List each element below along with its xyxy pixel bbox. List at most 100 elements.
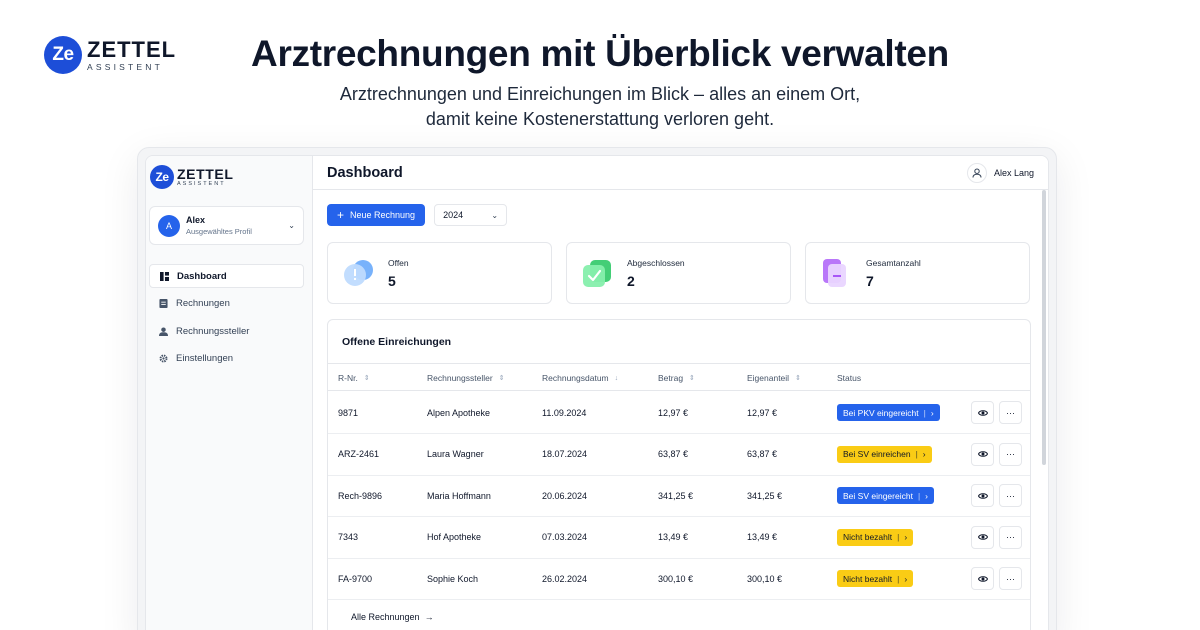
column-header-nr[interactable]: R-Nr. ⇕ [338,364,370,392]
scrollbar[interactable] [1042,190,1046,465]
documents-icon [820,257,852,289]
column-header-own-share[interactable]: Eigenanteil ⇕ [747,364,801,392]
all-invoices-link[interactable]: Alle Rechnungen → [351,612,434,622]
cell-status: Nicht bezahlt | › [837,558,914,599]
column-label: R-Nr. [338,373,358,383]
cell-amount: 300,10 € [658,573,694,584]
more-options-button[interactable]: ··· [999,442,1022,466]
more-options-button[interactable]: ··· [999,401,1022,424]
status-badge[interactable]: Nicht bezahlt | › [837,570,914,588]
open-submissions-table: Offene Einreichungen R-Nr. ⇕ Rechnungsste… [327,319,1031,630]
page-title: Dashboard [327,164,403,181]
sidebar-item-einstellungen[interactable]: Einstellungen [149,347,304,371]
sort-desc-icon: ↓ [614,374,619,382]
cell-date: 18.07.2024 [542,449,588,460]
cell-status: Bei SV eingereicht | › [837,475,934,516]
new-invoice-button[interactable]: + Neue Rechnung [327,204,426,226]
column-header-status: Status [837,364,861,392]
table-row[interactable]: ARZ-2461 Laura Wagner 18.07.2024 63,87 € 63,… [328,434,1030,476]
cell-amount: 63,87 € [658,449,689,460]
table-row[interactable]: Rech-9896 Maria Hoffmann 20.06.2024 341,25 … [328,475,1030,518]
table-title: Offene Einreichungen [342,336,452,348]
sidebar-item-dashboard[interactable]: Dashboard [149,264,304,288]
status-label: Nicht bezahlt [843,532,893,543]
cell-amount: 12,97 € [658,407,689,418]
stat-label: Abgeschlossen [627,257,685,268]
cell-date: 20.06.2024 [542,490,588,501]
sidebar-item-label: Rechnungssteller [176,325,250,337]
sidebar-nav: Dashboard Rechnungen Rechnungssteller Ei… [149,264,304,374]
chevron-right-icon: › [904,573,908,584]
status-badge[interactable]: Bei PKV eingereicht | › [837,404,940,421]
topbar: Dashboard Alex Lang [313,156,1048,190]
badge-divider: | [923,407,926,418]
column-header-issuer[interactable]: Rechnungssteller ⇕ [427,364,505,392]
year-select[interactable]: 2024 ⌄ [434,204,508,226]
cell-amount: 13,49 € [658,532,689,543]
cell-issuer: Sophie Koch [427,573,479,584]
more-options-button[interactable]: ··· [999,567,1022,591]
avatar: A [158,214,180,237]
dashboard-icon [160,271,169,281]
sidebar-logo[interactable]: Ze ZETTEL ASSISTENT [150,165,233,189]
cell-own-share: 13,49 € [747,532,778,543]
alert-circle-icon [342,257,374,289]
status-badge[interactable]: Bei SV eingereicht | › [837,487,934,505]
app-window: Ze ZETTEL ASSISTENT A Alex Ausgewähltes … [137,147,1057,630]
sort-icon: ⇕ [795,375,801,382]
cell-date: 11.09.2024 [542,407,587,418]
arrow-right-icon: → [424,612,434,622]
sidebar-brand-sub: ASSISTENT [177,180,226,187]
gear-icon [159,354,168,363]
eye-icon [977,451,988,457]
profile-switcher[interactable]: A Alex Ausgewähltes Profil ⌄ [149,206,304,245]
year-value: 2024 [443,210,464,220]
view-button[interactable] [971,442,994,466]
sort-icon: ⇕ [689,375,695,382]
view-button[interactable] [971,401,994,424]
more-options-button[interactable]: ··· [999,484,1022,508]
chevron-right-icon: › [904,532,908,543]
cell-date: 26.02.2024 [542,573,588,584]
stat-label: Offen [388,257,409,268]
view-button[interactable] [971,525,994,549]
status-label: Bei PKV eingereicht [843,407,919,418]
profile-subtitle: Ausgewähltes Profil [186,227,252,236]
cell-issuer: Hof Apotheke [427,532,482,543]
stat-value: 2 [627,272,635,289]
status-badge[interactable]: Bei SV einreichen | › [837,445,932,463]
eye-icon [977,492,988,499]
user-name: Alex Lang [993,167,1034,178]
hero-title: Arztrechnungen mit Überblick verwalten [251,33,949,74]
sidebar-item-rechnungen[interactable]: Rechnungen [149,292,304,316]
cell-status: Bei SV einreichen | › [837,434,932,475]
main-content: Dashboard Alex Lang + Neue Rechnung 2024… [313,156,1048,630]
sidebar-brand-name: ZETTEL [177,165,234,182]
hero-subtitle: Arztrechnungen und Einreichungen im Blic… [0,82,1200,132]
ellipsis-icon: ··· [1006,573,1015,584]
column-label: Betrag [658,373,684,383]
cell-date: 07.03.2024 [542,532,588,543]
hero-subtitle-line-1: Arztrechnungen und Einreichungen im Blic… [339,84,861,104]
cell-own-share: 63,87 € [747,449,778,460]
ellipsis-icon: ··· [1006,532,1015,543]
stats-row: Offen 5 Abgeschlossen 2 Gesamtanzahl 7 [327,242,1044,304]
chevron-right-icon: › [930,407,934,418]
toolbar: + Neue Rechnung 2024 ⌄ [327,204,508,226]
badge-divider: | [897,532,900,543]
user-menu[interactable]: Alex Lang [966,162,1034,183]
badge-divider: | [917,490,921,501]
more-options-button[interactable]: ··· [999,525,1022,549]
column-header-date[interactable]: Rechnungsdatum ↓ [542,364,618,392]
sidebar-item-label: Einstellungen [176,353,234,364]
cell-nr: Rech-9896 [338,490,383,501]
view-button[interactable] [971,567,994,591]
sidebar-item-rechnungssteller[interactable]: Rechnungssteller [149,319,304,343]
chevron-down-icon: ⌄ [491,210,499,220]
table-row[interactable]: 9871 Alpen Apotheke 11.09.2024 12,97 € 12,97… [328,392,1030,434]
column-header-amount[interactable]: Betrag ⇕ [658,364,695,392]
status-badge[interactable]: Nicht bezahlt | › [837,528,914,546]
table-row[interactable]: FA-9700 Sophie Koch 26.02.2024 300,10 € 300,… [328,558,1030,601]
view-button[interactable] [971,484,994,508]
table-row[interactable]: 7343 Hof Apotheke 07.03.2024 13,49 € 13,49 €… [328,517,1030,559]
